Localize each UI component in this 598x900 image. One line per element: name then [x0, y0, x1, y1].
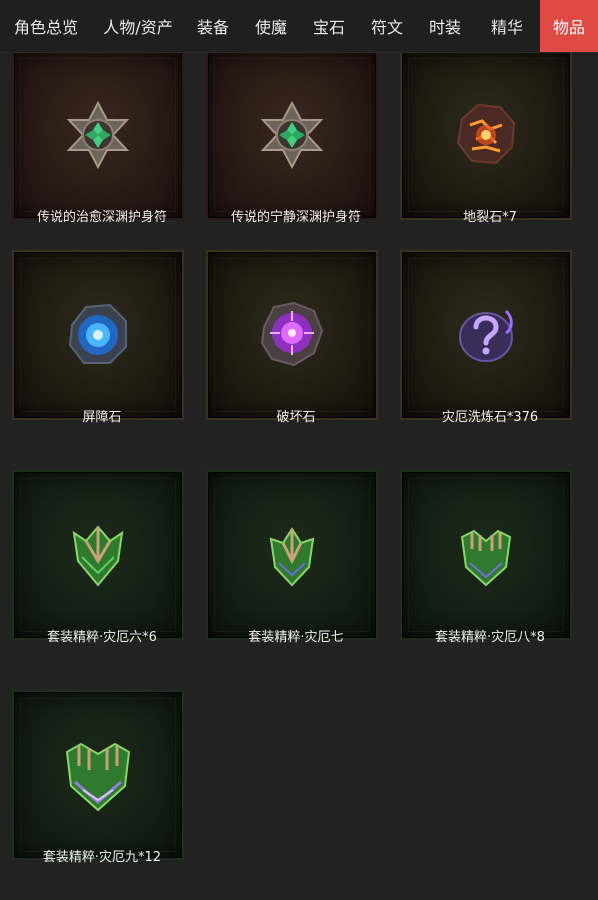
amulet-icon — [66, 100, 130, 170]
set-essence-icon — [65, 742, 131, 812]
tab-familiar[interactable]: 使魔 — [242, 0, 300, 52]
item-frame — [12, 250, 184, 420]
item-frame — [12, 50, 184, 220]
item-frame — [400, 50, 572, 220]
item-card[interactable]: 传说的治愈深渊护身符 — [4, 40, 200, 260]
tab-bar: 角色总览 人物/资产 装备 使魔 宝石 符文 时装 精华 物品 — [0, 0, 598, 53]
item-card[interactable]: 套装精粹·灾厄九*12 — [4, 680, 200, 900]
item-name: 套装精粹·灾厄七 — [248, 630, 344, 645]
item-card[interactable]: 套装精粹·灾厄六*6 — [4, 460, 200, 680]
tab-runes[interactable]: 符文 — [358, 0, 416, 52]
item-card[interactable]: 破坏石 — [198, 240, 394, 460]
barrier-stone-icon — [68, 303, 127, 364]
item-grid: 传说的治愈深渊护身符 传说的宁静深渊护身符 地裂石*7 屏障石 破坏石 灾厄洗炼… — [0, 0, 598, 888]
item-frame — [206, 50, 378, 220]
set-essence-icon — [269, 527, 315, 587]
tab-equipment[interactable]: 装备 — [184, 0, 242, 52]
item-frame — [206, 250, 378, 420]
item-frame — [12, 470, 184, 640]
tab-overview[interactable]: 角色总览 — [0, 0, 92, 52]
destruction-stone-icon — [260, 301, 324, 367]
item-frame — [206, 470, 378, 640]
amulet-icon — [260, 100, 324, 170]
tab-items[interactable]: 物品 — [540, 0, 598, 52]
item-frame — [400, 250, 572, 420]
item-name: 灾厄洗炼石*376 — [441, 410, 539, 425]
item-card[interactable]: 套装精粹·灾厄八*8 — [392, 460, 588, 680]
set-essence-icon — [460, 529, 512, 587]
item-card[interactable]: 屏障石 — [4, 240, 200, 460]
tab-character-assets[interactable]: 人物/资产 — [92, 0, 184, 52]
item-name: 破坏石 — [276, 410, 316, 425]
item-name: 套装精粹·灾厄六*6 — [47, 630, 157, 645]
earth-stone-icon — [456, 103, 516, 165]
item-name: 套装精粹·灾厄九*12 — [42, 850, 162, 865]
item-frame — [400, 470, 572, 640]
tab-fashion[interactable]: 时装 — [416, 0, 474, 52]
item-card[interactable]: 灾厄洗炼石*376 — [392, 240, 588, 460]
item-card[interactable]: 套装精粹·灾厄七 — [198, 460, 394, 680]
tab-essence[interactable]: 精华 — [474, 0, 540, 52]
item-card[interactable]: 传说的宁静深渊护身符 — [198, 40, 394, 260]
item-name: 套装精粹·灾厄八*8 — [435, 630, 545, 645]
item-frame — [12, 690, 184, 860]
item-name: 地裂石*7 — [463, 210, 517, 225]
calamity-reforge-stone-icon — [459, 309, 513, 362]
set-essence-icon — [72, 525, 124, 587]
item-name: 屏障石 — [82, 410, 122, 425]
item-card[interactable]: 地裂石*7 — [392, 40, 588, 260]
item-name: 传说的治愈深渊护身符 — [36, 210, 167, 225]
tab-gems[interactable]: 宝石 — [300, 0, 358, 52]
item-name: 传说的宁静深渊护身符 — [230, 210, 361, 225]
